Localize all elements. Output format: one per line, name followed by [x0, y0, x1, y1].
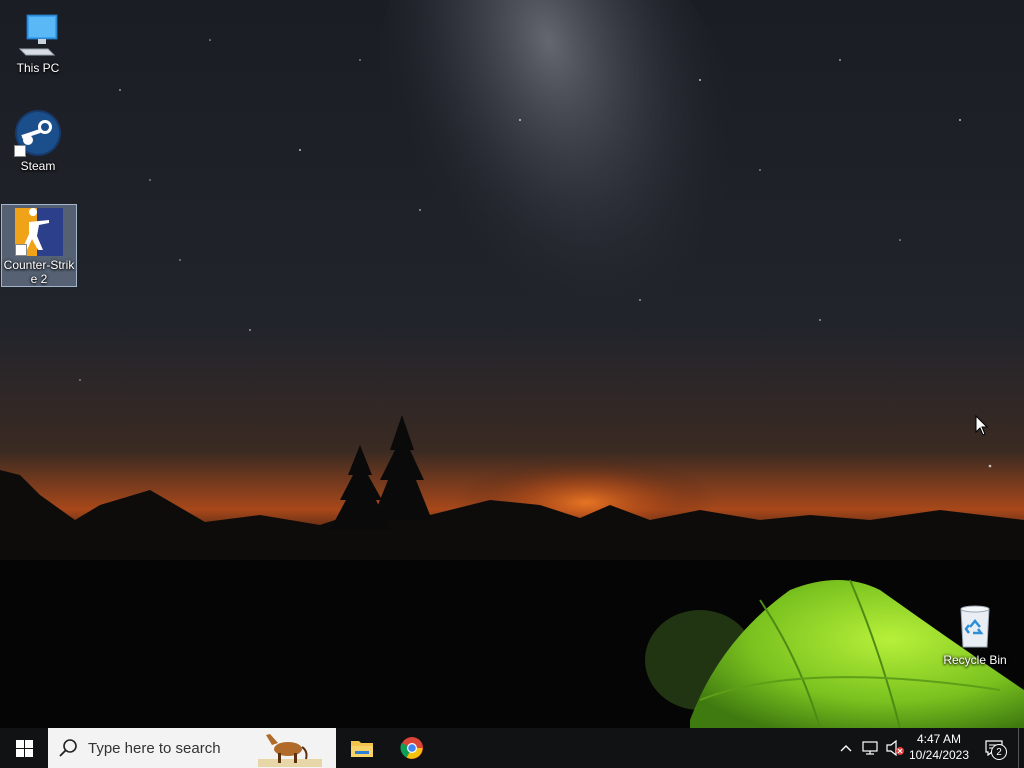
- tray-network[interactable]: [860, 728, 882, 768]
- shortcut-arrow-icon: [15, 244, 27, 256]
- chrome-icon: [400, 737, 423, 759]
- windows-logo-icon: [15, 739, 33, 757]
- show-desktop-button[interactable]: [1018, 728, 1024, 768]
- search-box[interactable]: Type here to search: [48, 728, 336, 768]
- tray-overflow-button[interactable]: [836, 728, 856, 768]
- desktop-icon-recycle-bin[interactable]: Recycle Bin: [937, 600, 1013, 668]
- shortcut-arrow-icon: [14, 145, 26, 157]
- taskbar: Type here to search 4:47 AM 10/24/2023 2: [0, 728, 1024, 768]
- magnifier-icon: [59, 739, 77, 757]
- wallpaper-image: [0, 0, 1024, 728]
- notification-count-badge: 2: [991, 744, 1007, 760]
- clock-date: 10/24/2023: [908, 748, 970, 762]
- desktop-icon-label: Counter-Strik e 2: [3, 258, 75, 286]
- desktop-icon-this-pc[interactable]: This PC: [0, 8, 76, 75]
- network-icon: [862, 741, 878, 755]
- recycle-bin-icon: [951, 603, 999, 651]
- folder-icon: [351, 741, 373, 757]
- desktop-icon-steam[interactable]: Steam: [0, 106, 76, 173]
- desktop-icon-label: Recycle Bin: [943, 653, 1007, 667]
- desktop-icon-label: Steam: [20, 159, 56, 173]
- tray-volume[interactable]: [884, 728, 906, 768]
- desktop-icon-counter-strike-2[interactable]: Counter-Strik e 2: [1, 204, 77, 287]
- start-button[interactable]: [0, 728, 48, 768]
- chevron-up-icon: [840, 745, 852, 752]
- taskbar-clock[interactable]: 4:47 AM 10/24/2023: [906, 731, 972, 763]
- desktop-icon-label: This PC: [16, 61, 60, 75]
- desktop[interactable]: This PC Steam Counter-Strik e 2 Recycle …: [0, 0, 1024, 728]
- search-placeholder: Type here to search: [88, 740, 221, 757]
- taskbar-chrome[interactable]: [388, 728, 436, 768]
- search-highlight-horse-icon: [258, 734, 322, 767]
- computer-icon: [14, 11, 62, 59]
- volume-muted-icon: [886, 740, 904, 756]
- taskbar-file-explorer[interactable]: [338, 728, 386, 768]
- steam-icon: [14, 109, 62, 157]
- counter-strike-icon: [15, 208, 63, 256]
- action-center-button[interactable]: 2: [978, 728, 1010, 768]
- clock-time: 4:47 AM: [916, 732, 962, 746]
- mouse-cursor-icon: [975, 415, 989, 436]
